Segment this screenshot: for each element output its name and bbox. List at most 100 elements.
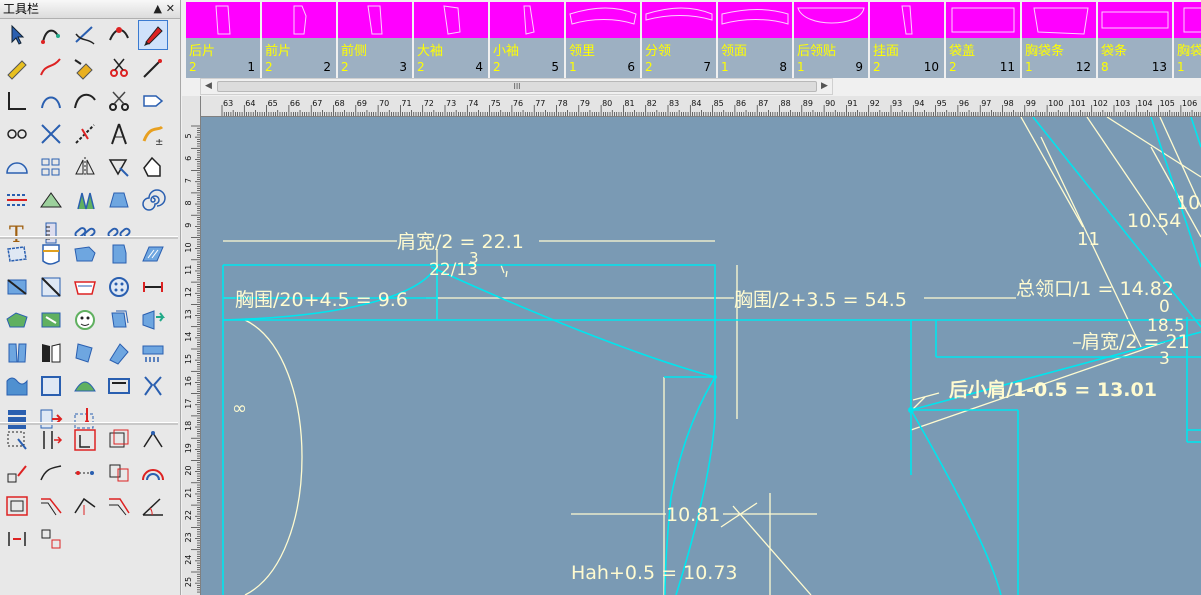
drill-hole-tool[interactable] — [138, 338, 168, 368]
protractor-tool[interactable] — [2, 152, 32, 182]
overlap-grade-tool[interactable] — [104, 491, 134, 521]
right-angle-line-tool[interactable] — [2, 86, 32, 116]
curve-piece-tool[interactable] — [70, 371, 100, 401]
dotted-grade-tool[interactable] — [70, 458, 100, 488]
pleat-tool[interactable] — [70, 185, 100, 215]
rotate-copy-tool[interactable] — [104, 152, 134, 182]
piece-cut-tool[interactable] — [2, 272, 32, 302]
piece-name: 挂面 — [873, 44, 900, 59]
piece-rotate-tool[interactable] — [36, 305, 66, 335]
compass-tool[interactable] — [104, 119, 134, 149]
eraser-tool[interactable] — [70, 53, 100, 83]
move-piece-tool[interactable] — [138, 152, 168, 182]
piece-extract-tool[interactable] — [2, 239, 32, 269]
collar-piece-tool[interactable] — [2, 338, 32, 368]
scrollbar-thumb[interactable]: III — [217, 81, 817, 92]
spiral-tool[interactable] — [138, 185, 168, 215]
frame-grade-tool[interactable] — [2, 491, 32, 521]
piece-card[interactable]: 前侧 2 3 — [338, 2, 412, 78]
pair-grade-tool[interactable] — [104, 458, 134, 488]
scroll-left-icon[interactable]: ◀ — [201, 79, 216, 94]
cross-cut-tool[interactable] — [36, 119, 66, 149]
grain-line-tool[interactable] — [104, 239, 134, 269]
piece-card[interactable]: 胸袋 1 — [1174, 2, 1201, 78]
pattern-adjust-tool[interactable] — [70, 272, 100, 302]
arc-tool[interactable] — [36, 86, 66, 116]
cut-grade-tool[interactable] — [2, 458, 32, 488]
piece-card[interactable]: 大袖 2 4 — [414, 2, 488, 78]
copy-grade-tool[interactable] — [104, 425, 134, 455]
label-10: 10 — [1176, 192, 1200, 214]
ruler-label: 82 — [647, 99, 657, 108]
sleeve-piece-tool[interactable] — [2, 305, 32, 335]
adjust-curve-tool[interactable] — [36, 20, 66, 50]
vertical-grade-tool[interactable] — [70, 425, 100, 455]
fold-pleat-tool[interactable] — [104, 185, 134, 215]
scroll-right-icon[interactable]: ▶ — [817, 79, 832, 94]
rotate-pieces-tool[interactable] — [104, 338, 134, 368]
label-0: 0 — [1159, 297, 1170, 317]
curve-tool[interactable] — [70, 86, 100, 116]
grid-align-tool[interactable] — [36, 152, 66, 182]
ruler-pen-tool[interactable] — [2, 53, 32, 83]
hatch-fill-tool[interactable] — [138, 239, 168, 269]
select-points-tool[interactable] — [2, 425, 32, 455]
piece-card[interactable]: 后领贴 1 9 — [794, 2, 868, 78]
dart-tool[interactable] — [36, 185, 66, 215]
dart-grade-tool[interactable] — [2, 524, 32, 554]
piece-card[interactable]: 后片 2 1 — [186, 2, 260, 78]
piece-card[interactable]: 袋盖 2 11 — [946, 2, 1020, 78]
piece-name: 胸袋 — [1177, 44, 1201, 59]
piece-card[interactable]: 前片 2 2 — [262, 2, 336, 78]
tag-tool[interactable] — [138, 86, 168, 116]
piece-card[interactable]: 领面 1 8 — [718, 2, 792, 78]
adjust-points-tool[interactable] — [104, 20, 134, 50]
select-arrow-tool[interactable] — [2, 20, 32, 50]
button-loop-tool[interactable] — [2, 119, 32, 149]
pin-icon[interactable]: ▲ — [154, 0, 162, 18]
piece-card[interactable]: 领里 1 6 — [566, 2, 640, 78]
seam-allowance-tool[interactable] — [36, 239, 66, 269]
piece-card[interactable]: 挂面 2 10 — [870, 2, 944, 78]
button-tool[interactable] — [104, 272, 134, 302]
cut-tool[interactable] — [104, 86, 134, 116]
stair-grade-tool[interactable] — [36, 491, 66, 521]
length-adjust-tool[interactable]: ± — [138, 119, 168, 149]
piece-card[interactable]: 分领 2 7 — [642, 2, 716, 78]
angle-grade-tool[interactable] — [70, 491, 100, 521]
seam-join-tool[interactable] — [138, 371, 168, 401]
piece-frame-tool[interactable] — [36, 371, 66, 401]
mirror-symmetry-tool[interactable] — [70, 152, 100, 182]
rainbow-grade-tool[interactable] — [138, 458, 168, 488]
piece-index: 9 — [855, 60, 863, 74]
grade-point-tool[interactable] — [138, 425, 168, 455]
diagonal-split-tool[interactable] — [36, 272, 66, 302]
sewing-tool[interactable] — [104, 371, 134, 401]
piece-card[interactable]: 袋条 8 13 — [1098, 2, 1172, 78]
close-icon[interactable]: ✕ — [166, 0, 175, 18]
split-grade-tool[interactable] — [36, 524, 66, 554]
piece-name: 分领 — [645, 44, 672, 59]
face-piece-tool[interactable] — [70, 305, 100, 335]
dashed-cross-tool[interactable] — [70, 119, 100, 149]
fold-piece-tool[interactable] — [70, 338, 100, 368]
pieces-horizontal-scrollbar[interactable]: ◀ III ▶ — [200, 78, 833, 95]
piece-card[interactable]: 胸袋条 1 12 — [1022, 2, 1096, 78]
scissors-cut-line-tool[interactable] — [104, 53, 134, 83]
rectangle-curve-tool[interactable] — [36, 53, 66, 83]
smart-pen-curve-tool[interactable] — [70, 20, 100, 50]
flip-piece-tool[interactable] — [138, 305, 168, 335]
wave-piece-tool[interactable] — [2, 371, 32, 401]
piece-card[interactable]: 小袖 2 5 — [490, 2, 564, 78]
horizontal-grade-tool[interactable] — [36, 425, 66, 455]
measure-angle-tool[interactable] — [138, 491, 168, 521]
stack-tool[interactable] — [104, 305, 134, 335]
buttonhole-tool[interactable] — [138, 272, 168, 302]
smart-pen-tool[interactable] — [138, 20, 168, 50]
pen-line-tool[interactable] — [138, 53, 168, 83]
facing-piece-tool[interactable] — [36, 338, 66, 368]
notch-pattern-tool[interactable] — [70, 239, 100, 269]
curve-grade-tool[interactable] — [36, 458, 66, 488]
multi-line-tool[interactable] — [2, 185, 32, 215]
drafting-canvas[interactable]: 肩宽/2 = 22.1 22/13 3 胸围/20+4.5 = 9.6 胸围/2… — [201, 117, 1201, 595]
